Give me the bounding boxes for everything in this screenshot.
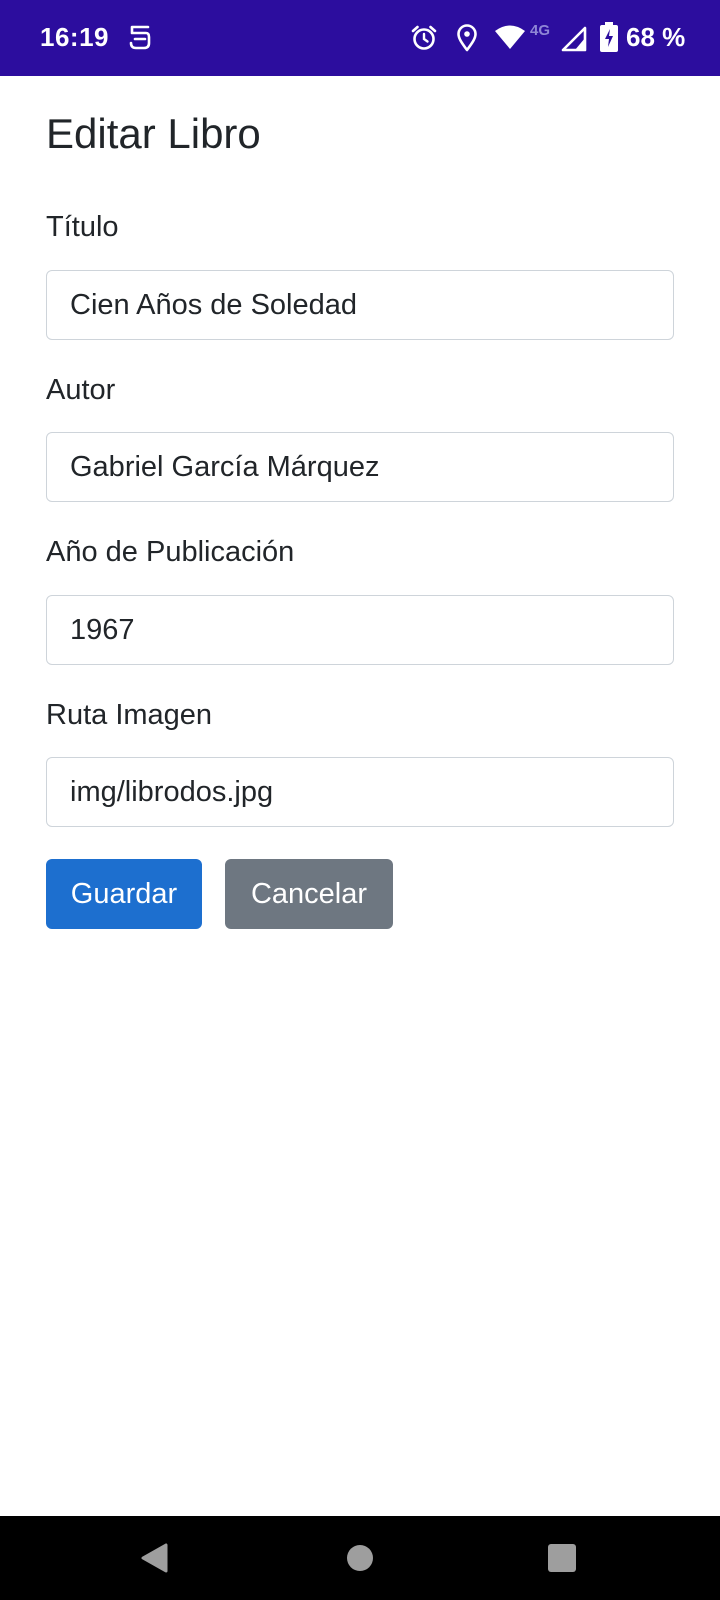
home-icon[interactable] xyxy=(300,1516,420,1600)
recents-icon[interactable] xyxy=(502,1516,622,1600)
publication-year-input[interactable] xyxy=(46,595,674,665)
title-label: Título xyxy=(46,211,119,243)
battery-percentage: 68 % xyxy=(626,22,686,52)
location-icon xyxy=(456,24,478,57)
publication-year-label: Año de Publicación xyxy=(46,536,295,568)
image-path-label: Ruta Imagen xyxy=(46,699,213,731)
cancel-button[interactable]: Cancelar xyxy=(225,859,393,929)
page-title: Editar Libro xyxy=(46,110,261,157)
alarm-icon xyxy=(410,24,438,57)
wifi-icon xyxy=(494,24,526,55)
title-input[interactable] xyxy=(46,270,674,340)
save-button[interactable]: Guardar xyxy=(46,859,202,929)
battery-charging-icon xyxy=(600,22,618,57)
author-input[interactable] xyxy=(46,432,674,502)
author-label: Autor xyxy=(46,374,116,406)
cell-signal-icon xyxy=(561,26,587,57)
status-time: 16:19 xyxy=(40,22,109,52)
system-navigation-bar xyxy=(0,1516,720,1600)
network-type-label: 4G xyxy=(530,22,551,39)
status-bar: 16:19 4G 68 % xyxy=(0,0,720,76)
app-notification-icon xyxy=(128,24,152,52)
image-path-input[interactable] xyxy=(46,757,674,827)
back-icon[interactable] xyxy=(95,1516,215,1600)
